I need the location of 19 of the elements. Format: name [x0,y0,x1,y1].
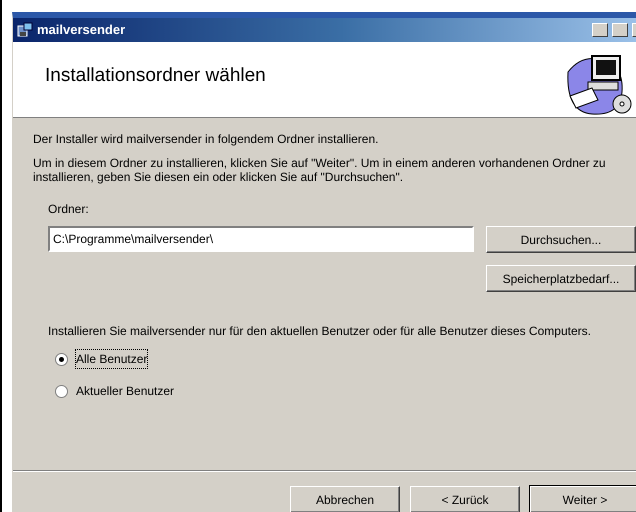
radio-label[interactable]: Alle Benutzer [76,350,148,368]
radio-button[interactable] [55,352,68,366]
folder-input[interactable]: C:\Programme\mailversender\ [48,226,474,252]
minimize-button[interactable] [592,23,608,37]
folder-label: Ordner: [48,201,90,218]
window-title: mailversender [37,21,126,40]
page-title: Installationsordner wählen [45,64,266,88]
radio-button[interactable] [55,384,68,398]
installer-icon [17,22,33,38]
radio-label[interactable]: Aktueller Benutzer [76,382,174,400]
instructions-text: Um in diesem Ordner zu installieren, klicken Sie auf "Weiter". Um in einem anderen vorhandenen Ordner zu installieren, geben Sie diesen ein oder klicken Sie auf "Durchsuchen". [33,156,607,184]
side-button[interactable]: Speicherplatzbedarf... [486,265,636,292]
dialog-button[interactable]: Abbrechen [290,486,400,512]
dialog-button[interactable]: < Zurück [410,486,520,512]
dialog-button[interactable]: Weiter > [530,486,636,512]
maximize-button[interactable] [612,23,628,37]
side-button[interactable]: Durchsuchen... [486,226,636,253]
intro-text: Der Installer wird mailversender in folgendem Ordner installieren. [33,132,380,146]
scope-text: Installieren Sie mailversender nur für den aktuellen Benutzer oder für alle Benutzer dieses Computers. [47,324,592,338]
